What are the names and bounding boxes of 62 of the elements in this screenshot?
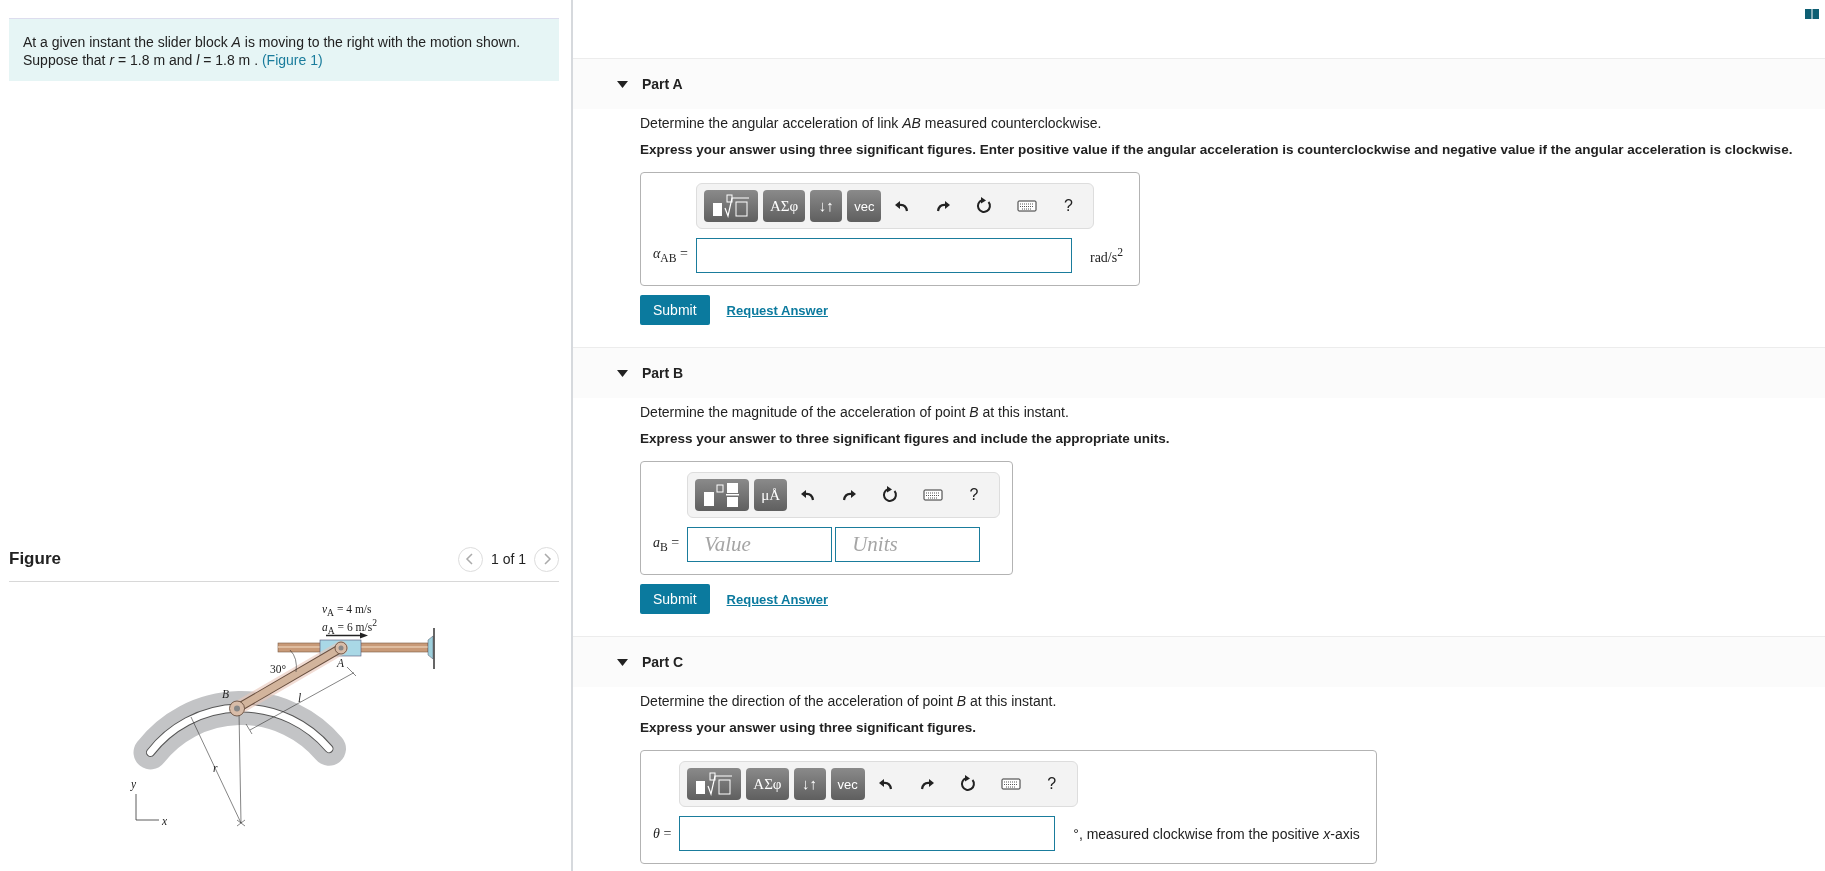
caret-icon[interactable] [617, 658, 628, 666]
figure-label: y [131, 778, 137, 790]
book-icon [1805, 9, 1819, 19]
answer-field[interactable] [695, 238, 1072, 273]
part-header[interactable]: Part B [573, 347, 1825, 398]
figure-label: x [162, 815, 168, 827]
problem-text: At a given instant the slider block A is moving to the right with the motion shown. Suppose that r = 1.8 m and l = 1.8 m . (Figure 1) [23, 33, 522, 69]
question-text: Determine the angular acceleration of link AB measured counterclockwise. [640, 114, 1103, 133]
variable-label: θ = [652, 825, 672, 842]
figure-label: r [213, 762, 218, 774]
figure-heading: Figure [9, 549, 62, 569]
value-field[interactable]: Value [687, 527, 833, 562]
page-counter: 1 of 1 [490, 551, 526, 567]
part-header[interactable]: Part C [573, 636, 1825, 687]
figure-label: 30° [270, 663, 287, 675]
root-template-icon [694, 772, 735, 796]
symbol-key[interactable]: vec [830, 768, 865, 800]
figure-label: B [222, 688, 230, 700]
unit-label: rad/s$^{2}$ [1088, 245, 1124, 266]
figure-link[interactable]: (Figure 1) [261, 52, 323, 68]
part-title: Part C [642, 654, 684, 670]
unit-label: °, measured clockwise from the positive x-axis [1072, 825, 1361, 842]
chevron-right-icon [541, 553, 552, 565]
part-header[interactable]: Part A [573, 58, 1825, 109]
variable-label: α$_{AB}$ = [652, 246, 688, 265]
help-button[interactable]: ? [1033, 768, 1070, 800]
help-button[interactable]: ? [956, 479, 993, 511]
figure-label: l [298, 692, 302, 704]
help-button[interactable]: ? [1050, 190, 1087, 222]
submit-button[interactable]: Submit [640, 584, 710, 614]
root-template-icon [710, 194, 751, 218]
template-button[interactable] [695, 479, 750, 511]
question-text: Determine the direction of the acceleration of point B at this instant. [640, 692, 1058, 711]
question-text: Determine the magnitude of the acceleration of point B at this instant. [640, 403, 1070, 422]
figure-label: a$_{A}$ = 6 m/s$^{2}$ [322, 617, 377, 638]
variable-label: a$_{B}$ = [652, 535, 680, 554]
submit-button[interactable]: Submit [640, 295, 710, 325]
template-button[interactable] [687, 768, 742, 800]
keyboard-icon [923, 486, 944, 504]
units-field[interactable]: Units [835, 527, 981, 562]
figure-label: A [337, 657, 345, 669]
caret-icon[interactable] [617, 369, 628, 377]
request-answer-link[interactable]: Request Answer [726, 302, 828, 318]
part-title: Part A [642, 76, 683, 92]
template-button[interactable] [703, 190, 758, 222]
part-title: Part B [642, 365, 684, 381]
keyboard-icon [1000, 775, 1021, 793]
instruction-text: Express your answer using three significant figures. Enter positive value if the angular acceleration is counterclockwise and negative value if the angular acceleration is clockwise. [640, 141, 1794, 159]
instruction-text: Express your answer using three significant figures. [640, 719, 978, 737]
symbol-key[interactable]: vec [847, 190, 882, 222]
caret-icon[interactable] [617, 80, 628, 88]
symbol-key[interactable]: ↓↑ [793, 768, 826, 800]
answer-field[interactable] [679, 816, 1056, 851]
request-answer-link[interactable]: Request Answer [726, 591, 828, 607]
symbol-key[interactable]: μÅ [754, 479, 788, 511]
symbol-key[interactable]: ΑΣφ [762, 190, 806, 222]
symbol-key[interactable]: ΑΣφ [746, 768, 789, 800]
instruction-text: Express your answer to three significant figures and include the appropriate units. [640, 430, 1171, 448]
figure-label: v$_{A}$ = 4 m/s [322, 603, 372, 619]
keyboard-icon [1017, 197, 1038, 215]
chevron-left-icon [465, 553, 476, 565]
symbol-key[interactable]: ↓↑ [810, 190, 843, 222]
